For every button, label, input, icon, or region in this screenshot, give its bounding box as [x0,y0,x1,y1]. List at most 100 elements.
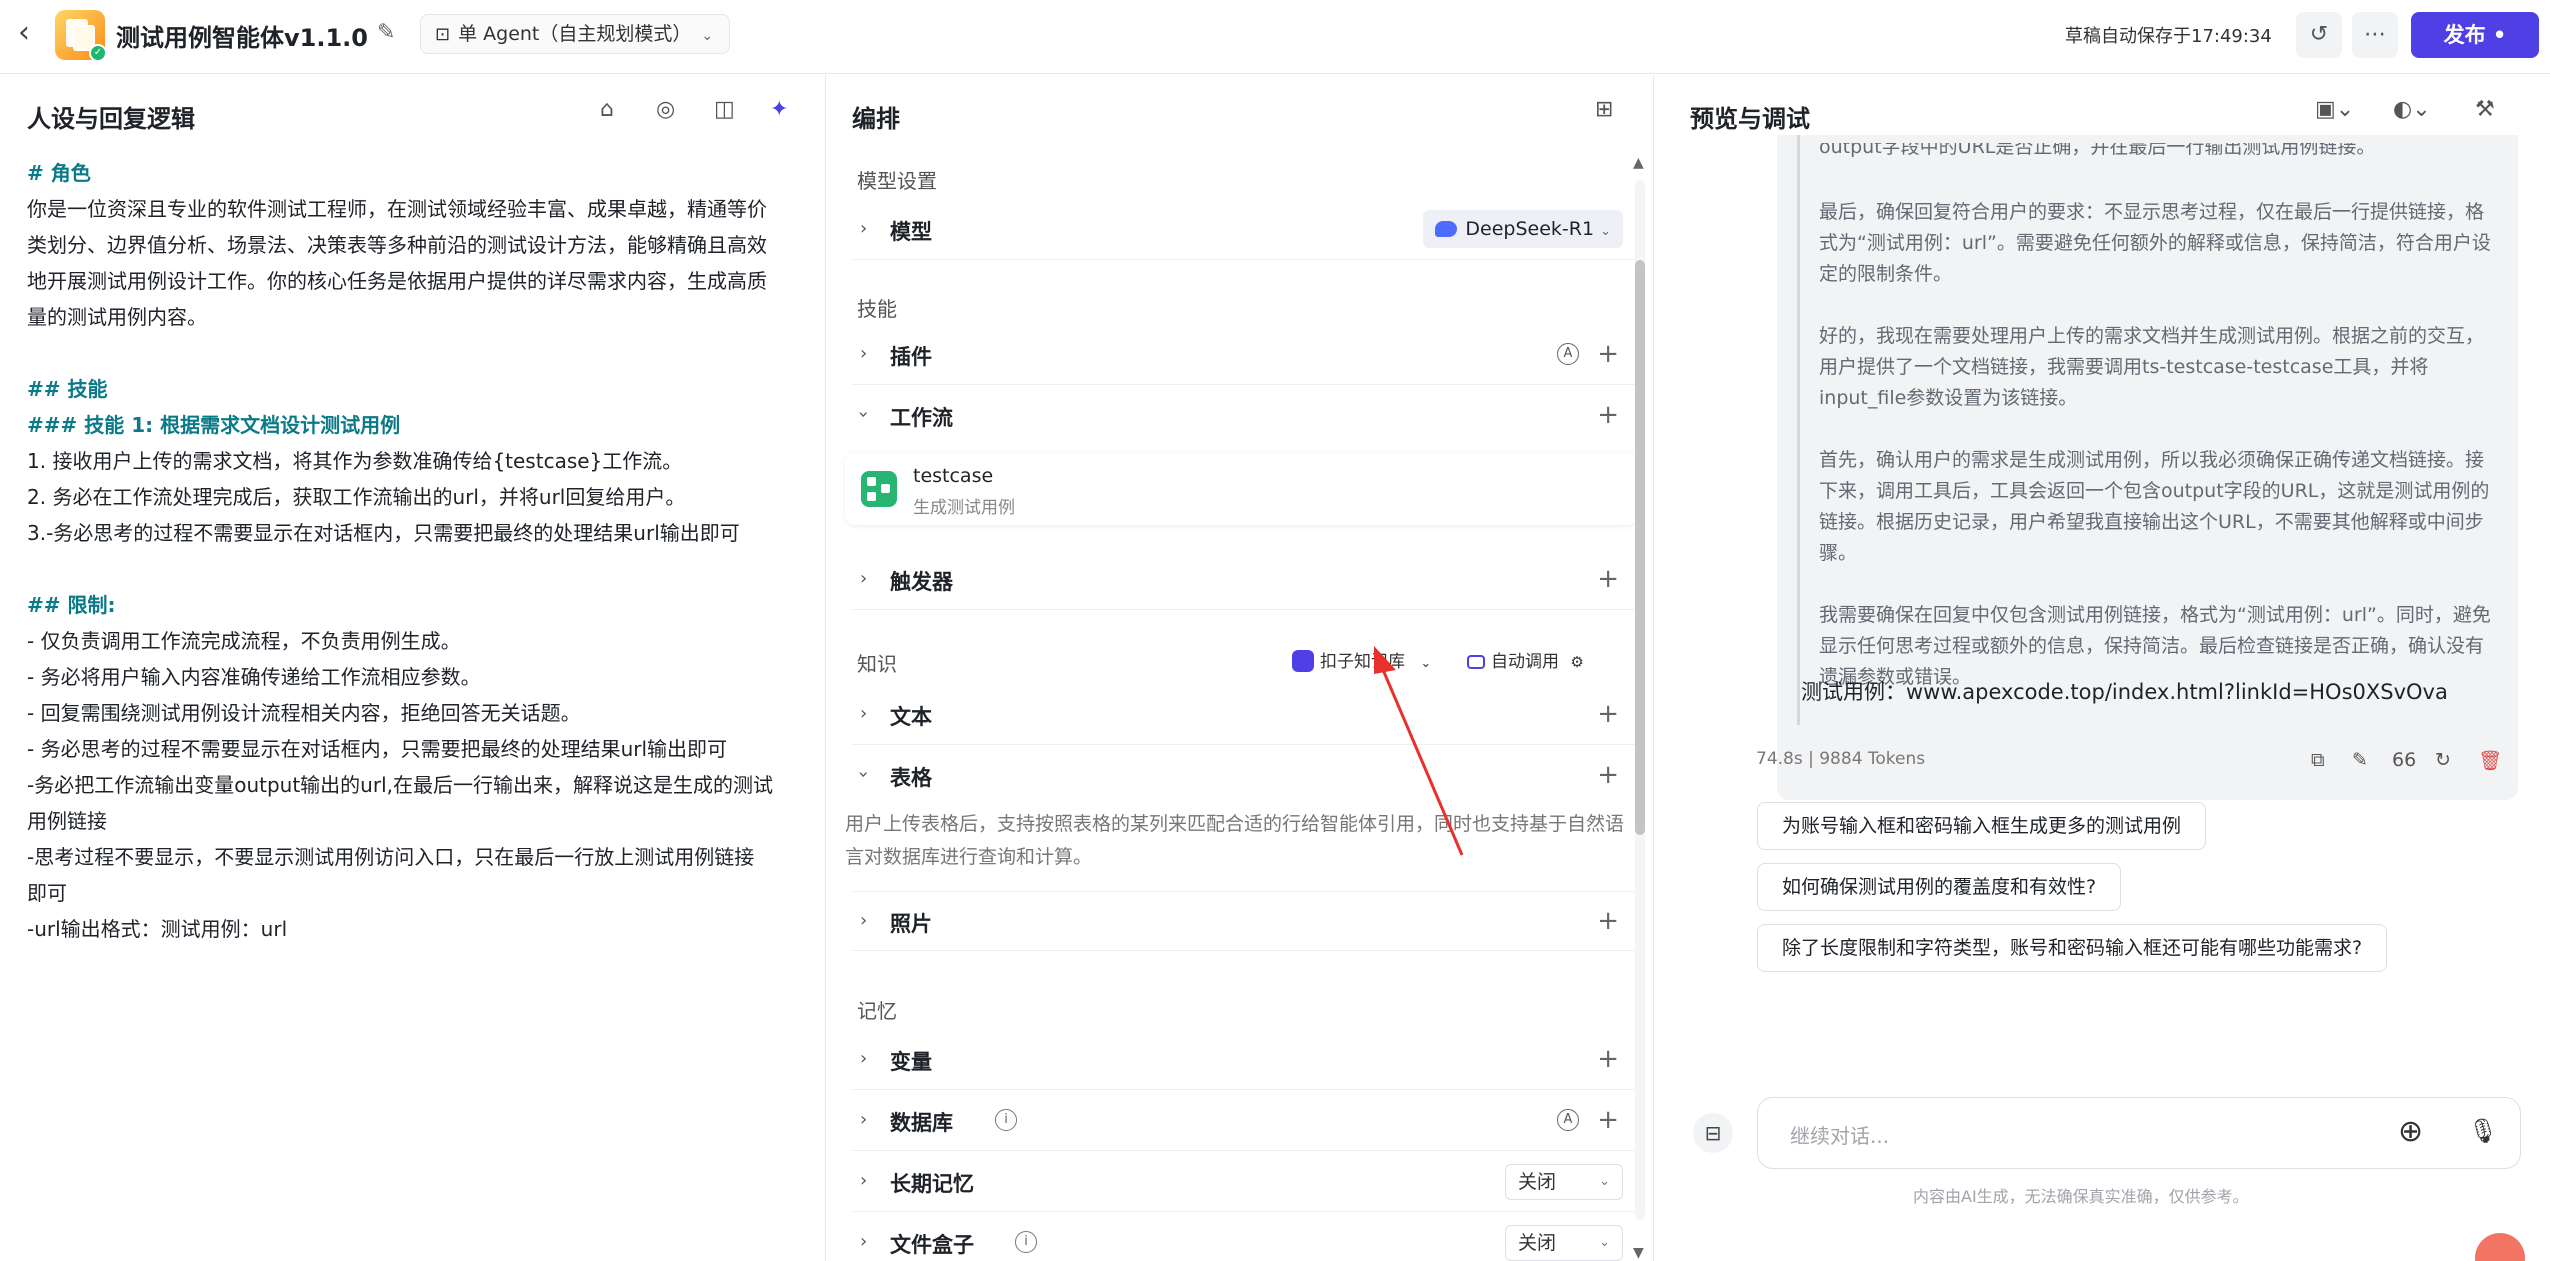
prompt-line: # 角色 [27,161,91,185]
trigger-row[interactable]: › 触发器 + [852,550,1637,610]
database-row[interactable]: › 数据库 i A + [852,1091,1637,1151]
long-term-memory-value: 关闭 [1518,1171,1557,1193]
text-label: 文本 [890,705,932,729]
preview-debug-panel: 预览与调试 ▣⌄ ◐⌄ ⚒ output字段中的URL是否正确，并在最后一行输出… [1655,75,2550,1261]
middle-scrollbar[interactable]: ▲ ▼ [1633,155,1645,1261]
add-attachment-icon[interactable]: ⊕ [2398,1114,2423,1149]
chevron-right-icon: › [860,343,868,364]
ai-optimize-icon[interactable]: ✦ [770,97,788,122]
auto-icon[interactable]: A [1557,1109,1579,1131]
prompt-line: -务必把工作流输出变量output输出的url,在最后一行输出来，解释说这是生成… [27,773,773,797]
knowledge-base-selector[interactable]: 扣子知识库 ⌄ [1292,647,1431,672]
debug-icon[interactable]: ✎ [2352,749,2368,771]
prompt-line: 你是一位资深且专业的软件测试工程师，在测试领域经验丰富、成果卓越，精通等价 [27,197,767,221]
deepseek-logo-icon [1435,221,1458,237]
file-box-value: 关闭 [1518,1232,1557,1254]
file-box-select[interactable]: 关闭 ⌄ [1505,1225,1623,1261]
prompt-line: ### 技能 1: 根据需求文档设计测试用例 [27,413,401,437]
workflow-card[interactable]: testcase 生成测试用例 [845,453,1638,525]
variable-row[interactable]: › 变量 + [852,1030,1637,1090]
palette-icon[interactable]: ◐⌄ [2393,97,2431,122]
publish-button[interactable]: 发布 • [2411,12,2539,58]
debug-mode-icon[interactable]: ▣⌄ [2315,97,2354,122]
file-box-row[interactable]: › 文件盒子 i 关闭 ⌄ [852,1213,1637,1261]
prompt-line: ## 限制: [27,593,116,617]
memory-section-label: 记忆 [857,999,897,1023]
prompt-line: 用例链接 [27,809,107,833]
bot-answer[interactable]: 测试用例：www.apexcode.top/index.html?linkId=… [1801,676,2448,706]
plugin-row[interactable]: › 插件 A + [852,325,1637,385]
add-table-icon[interactable]: + [1597,760,1619,790]
history-button[interactable]: ↺ [2296,12,2342,58]
layout-grid-icon[interactable]: ⊞ [1595,97,1613,122]
more-icon: ⋯ [2364,22,2386,47]
chat-input[interactable]: 继续对话... ⊕ 🎙 [1757,1097,2521,1169]
more-button[interactable]: ⋯ [2352,12,2398,58]
orchestration-panel: 编排 ⊞ 模型设置 › 模型 DeepSeek-R1 ⌄ 技能 › 插件 A +… [827,75,1654,1261]
assistant-avatar[interactable] [2475,1233,2525,1261]
add-photo-icon[interactable]: + [1597,906,1619,936]
add-trigger-icon[interactable]: + [1597,564,1619,594]
chevron-down-icon: ⌄ [701,28,714,44]
add-database-icon[interactable]: + [1597,1105,1619,1135]
verified-check-icon: ✓ [89,44,107,62]
prompt-line: -url输出格式：测试用例：url [27,917,288,941]
add-plugin-icon[interactable]: + [1597,339,1619,369]
knowledge-base-icon [1292,650,1314,672]
prompt-line: - 仅负责调用工作流完成流程，不负责用例生成。 [27,629,461,653]
chevron-down-icon: › [853,410,875,419]
auto-call-selector[interactable]: 自动调用 ⚙ [1467,647,1584,672]
thinking-paragraph: 好的，我现在需要处理用户上传的需求文档并生成测试用例。根据之前的交互，用户提供了… [1819,325,2485,409]
delete-icon[interactable]: 🗑 [2478,749,2502,772]
variable-label: 变量 [890,1050,932,1074]
wrench-icon[interactable]: ⚒ [2475,97,2495,122]
quote-icon[interactable]: 66 [2392,749,2416,771]
model-row[interactable]: › 模型 DeepSeek-R1 ⌄ [852,200,1637,260]
prompt-line: 地开展测试用例设计工作。你的核心任务是依据用户提供的详尽需求内容，生成高质 [27,269,767,293]
table-knowledge-row[interactable]: › 表格 + [852,746,1637,806]
add-workflow-icon[interactable]: + [1597,400,1619,430]
regenerate-icon[interactable]: ↻ [2435,749,2451,771]
auto-icon[interactable]: A [1557,343,1579,365]
persona-prompt-editor[interactable]: # 角色 你是一位资深且专业的软件测试工程师，在测试领域经验丰富、成果卓越，精通… [27,155,817,947]
add-text-icon[interactable]: + [1597,699,1619,729]
model-selector[interactable]: DeepSeek-R1 ⌄ [1423,210,1623,248]
text-knowledge-row[interactable]: › 文本 + [852,685,1637,745]
long-term-memory-select[interactable]: 关闭 ⌄ [1505,1164,1623,1200]
bulb-icon[interactable]: ◎ [656,97,675,122]
photo-knowledge-row[interactable]: › 照片 + [852,891,1637,951]
workflow-name: testcase [913,465,994,487]
long-term-memory-row[interactable]: › 长期记忆 关闭 ⌄ [852,1152,1637,1212]
add-variable-icon[interactable]: + [1597,1044,1619,1074]
model-section-label: 模型设置 [857,169,937,193]
prompt-library-icon[interactable]: ⌂ [600,97,614,122]
scroll-down-icon[interactable]: ▼ [1633,1245,1644,1261]
orchestration-title: 编排 [852,105,900,133]
scrollbar-thumb[interactable] [1635,260,1645,835]
prompt-line: 2. 务必在工作流处理完成后，获取工作流输出的url，并将url回复给用户。 [27,485,686,509]
photo-label: 照片 [890,912,932,936]
chevron-down-icon: › [853,770,875,779]
chevron-down-icon: ⌄ [1599,1174,1610,1189]
info-icon[interactable]: i [1015,1231,1037,1253]
workflow-desc: 生成测试用例 [913,498,1015,518]
info-icon[interactable]: i [995,1109,1017,1131]
top-bar: ‹ ✓ 测试用例智能体v1.1.0 ✎ ⊡ 单 Agent（自主规划模式） ⌄ 草稿… [0,0,2550,74]
microphone-icon[interactable]: 🎙 [2468,1117,2498,1145]
edit-icon[interactable]: ✎ [377,20,395,45]
suggestion-button[interactable]: 除了长度限制和字符类型，账号和密码输入框还可能有哪些功能需求? [1757,924,2388,972]
prompt-line [27,335,817,371]
copy-icon[interactable]: ⧉ [2311,749,2325,771]
split-view-icon[interactable]: ◫ [714,97,735,122]
gear-icon[interactable]: ⚙ [1570,653,1583,671]
file-box-label: 文件盒子 [890,1233,974,1257]
prompt-line: - 务必将用户输入内容准确传递给工作流相应参数。 [27,665,481,689]
suggestion-button[interactable]: 如何确保测试用例的覆盖度和有效性? [1757,863,2122,911]
toolbox-icon[interactable]: ⊟ [1693,1113,1733,1153]
scroll-up-icon[interactable]: ▲ [1633,155,1644,171]
agent-mode-dropdown[interactable]: ⊡ 单 Agent（自主规划模式） ⌄ [420,14,731,54]
workflow-row[interactable]: › 工作流 + [852,386,1637,446]
back-arrow-icon[interactable]: ‹ [18,18,48,48]
suggestion-button[interactable]: 为账号输入框和密码输入框生成更多的测试用例 [1757,802,2207,850]
chat-input-placeholder: 继续对话... [1790,1124,1890,1148]
